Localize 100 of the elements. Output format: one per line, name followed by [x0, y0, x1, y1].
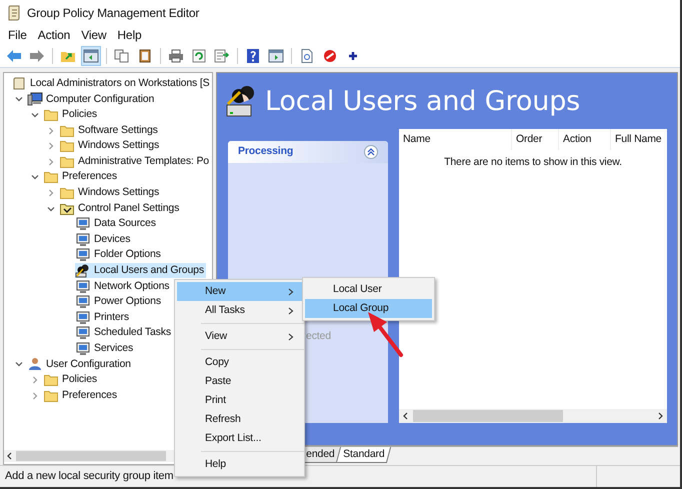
tree-item[interactable]: User Configuration: [27, 356, 133, 372]
tree-item-label: Windows Settings: [78, 185, 160, 200]
help-icon: [245, 48, 261, 62]
tree-item[interactable]: Scheduled Tasks: [75, 326, 173, 341]
menu-item[interactable]: Local User: [305, 280, 432, 299]
settings-item-icon: [75, 326, 91, 340]
menu-item[interactable]: Print: [177, 391, 302, 410]
tree-item[interactable]: Windows Settings: [59, 185, 162, 200]
tree-item-label: Scheduled Tasks: [94, 325, 171, 340]
scrollbar-thumb[interactable]: [413, 410, 563, 422]
chevron-down-icon[interactable]: [15, 360, 23, 368]
settings-item-icon: [75, 310, 91, 325]
menu-item[interactable]: Help: [177, 455, 302, 474]
settings-item-icon: [75, 342, 91, 356]
chevron-right-icon: [288, 332, 294, 340]
tree-item[interactable]: Power Options: [75, 294, 163, 310]
tree-item-label: Preferences: [62, 169, 117, 184]
menu-item[interactable]: Help: [112, 27, 146, 43]
folder-icon: [44, 108, 58, 121]
scroll-icon: [7, 5, 21, 21]
column-header[interactable]: Order: [512, 129, 559, 150]
menu-item[interactable]: File: [3, 27, 32, 43]
document-icon: [299, 48, 315, 62]
tree-item[interactable]: Folder Options: [75, 248, 163, 263]
column-header[interactable]: Full Name: [611, 129, 667, 150]
tree-item-label: Local Users and Groups: [94, 263, 204, 278]
panel-title: Local Users and Groups: [265, 88, 580, 114]
menu-item[interactable]: Local Group: [305, 299, 432, 318]
status-text: Add a new local security group item: [4, 469, 174, 484]
tree-item[interactable]: Windows Settings: [59, 138, 162, 154]
tree-item[interactable]: Policies: [43, 372, 99, 388]
horizontal-scrollbar[interactable]: [399, 409, 667, 423]
folder-icon: [60, 156, 74, 168]
tree-item-label: Preferences: [62, 388, 117, 403]
menu-item[interactable]: View: [76, 27, 112, 43]
window-title: Group Policy Management Editor: [27, 5, 200, 22]
tree-item-label: Policies: [62, 372, 97, 388]
tree-item-label: Power Options: [94, 294, 161, 310]
chevron-right-icon: [288, 288, 294, 296]
menu-item[interactable]: Action: [32, 27, 76, 43]
menu-item[interactable]: Copy: [177, 353, 302, 372]
tree-item-label: Data Sources: [94, 216, 156, 232]
settings-item-icon: [75, 280, 91, 294]
scrollbar-thumb[interactable]: [16, 451, 166, 461]
folder-icon: [44, 390, 58, 402]
tree-item[interactable]: Software Settings: [59, 123, 160, 138]
tree-item[interactable]: Data Sources: [75, 216, 158, 232]
clipboard-icon: [137, 48, 153, 62]
chevron-down-icon[interactable]: [47, 204, 55, 213]
folder-icon: [44, 171, 58, 184]
double-chevron-icon: [367, 148, 375, 156]
menu-item[interactable]: Export List...: [177, 429, 302, 448]
back-arrow-icon: [6, 48, 22, 62]
chevron-right-icon: [288, 306, 294, 314]
scroll-icon: [13, 76, 25, 91]
card-text: ected: [306, 330, 331, 342]
tree-item-label: Control Panel Settings: [78, 200, 180, 216]
export-list-icon: [214, 48, 230, 62]
tree-item-label: Computer Configuration: [46, 92, 154, 107]
folder-icon: [60, 124, 74, 137]
chevron-right-icon[interactable]: [47, 188, 55, 197]
folder-icon: [60, 202, 74, 215]
view-tab[interactable]: Standard: [337, 447, 392, 463]
chevron-down-icon[interactable]: [31, 173, 39, 182]
tree-item[interactable]: Policies: [43, 107, 99, 122]
tree-item[interactable]: Services: [75, 341, 136, 356]
menu-item[interactable]: Refresh: [177, 410, 302, 429]
menu-item[interactable]: Paste: [177, 372, 302, 391]
tree-item-label: Administrative Templates: Po: [78, 154, 209, 169]
tree-item[interactable]: Devices: [75, 232, 132, 248]
column-header[interactable]: Action: [559, 129, 611, 150]
tree-item-label: Printers: [94, 310, 129, 325]
menu-item[interactable]: View: [177, 327, 302, 346]
tree-item[interactable]: Preferences: [43, 388, 119, 404]
user-icon: [27, 357, 43, 372]
toolbar-button[interactable]: [81, 46, 101, 66]
tree-item[interactable]: Local Users and Groups: [75, 263, 206, 278]
tree-item[interactable]: Printers: [75, 310, 131, 326]
tree-item[interactable]: Network Options: [75, 279, 172, 294]
console-tree-icon: [83, 48, 99, 62]
tree-item-label: Policies: [62, 107, 97, 122]
tree-item[interactable]: Computer Configuration: [27, 92, 156, 107]
settings-item-icon: [75, 217, 91, 232]
settings-item-icon: [75, 295, 91, 310]
settings-item-icon: [75, 232, 91, 247]
users-icon: [75, 264, 91, 278]
column-header[interactable]: Name: [399, 129, 512, 150]
folder-icon: [60, 140, 74, 152]
menu-item[interactable]: All Tasks: [177, 301, 302, 320]
stop-icon: [322, 48, 338, 62]
tree-item[interactable]: Control Panel Settings: [59, 201, 182, 216]
tree-item-label: Folder Options: [94, 247, 161, 262]
collapse-button[interactable]: [364, 145, 378, 159]
tree-item-label: Network Options: [94, 278, 170, 294]
tree-item[interactable]: Preferences: [43, 170, 119, 185]
tree-item-label: Devices: [94, 232, 130, 247]
tree-item[interactable]: Administrative Templates: Po: [59, 154, 211, 170]
empty-message: There are no items to show in this view.: [444, 155, 622, 170]
card-title: Processing: [238, 144, 294, 160]
menu-item[interactable]: New: [177, 282, 302, 301]
